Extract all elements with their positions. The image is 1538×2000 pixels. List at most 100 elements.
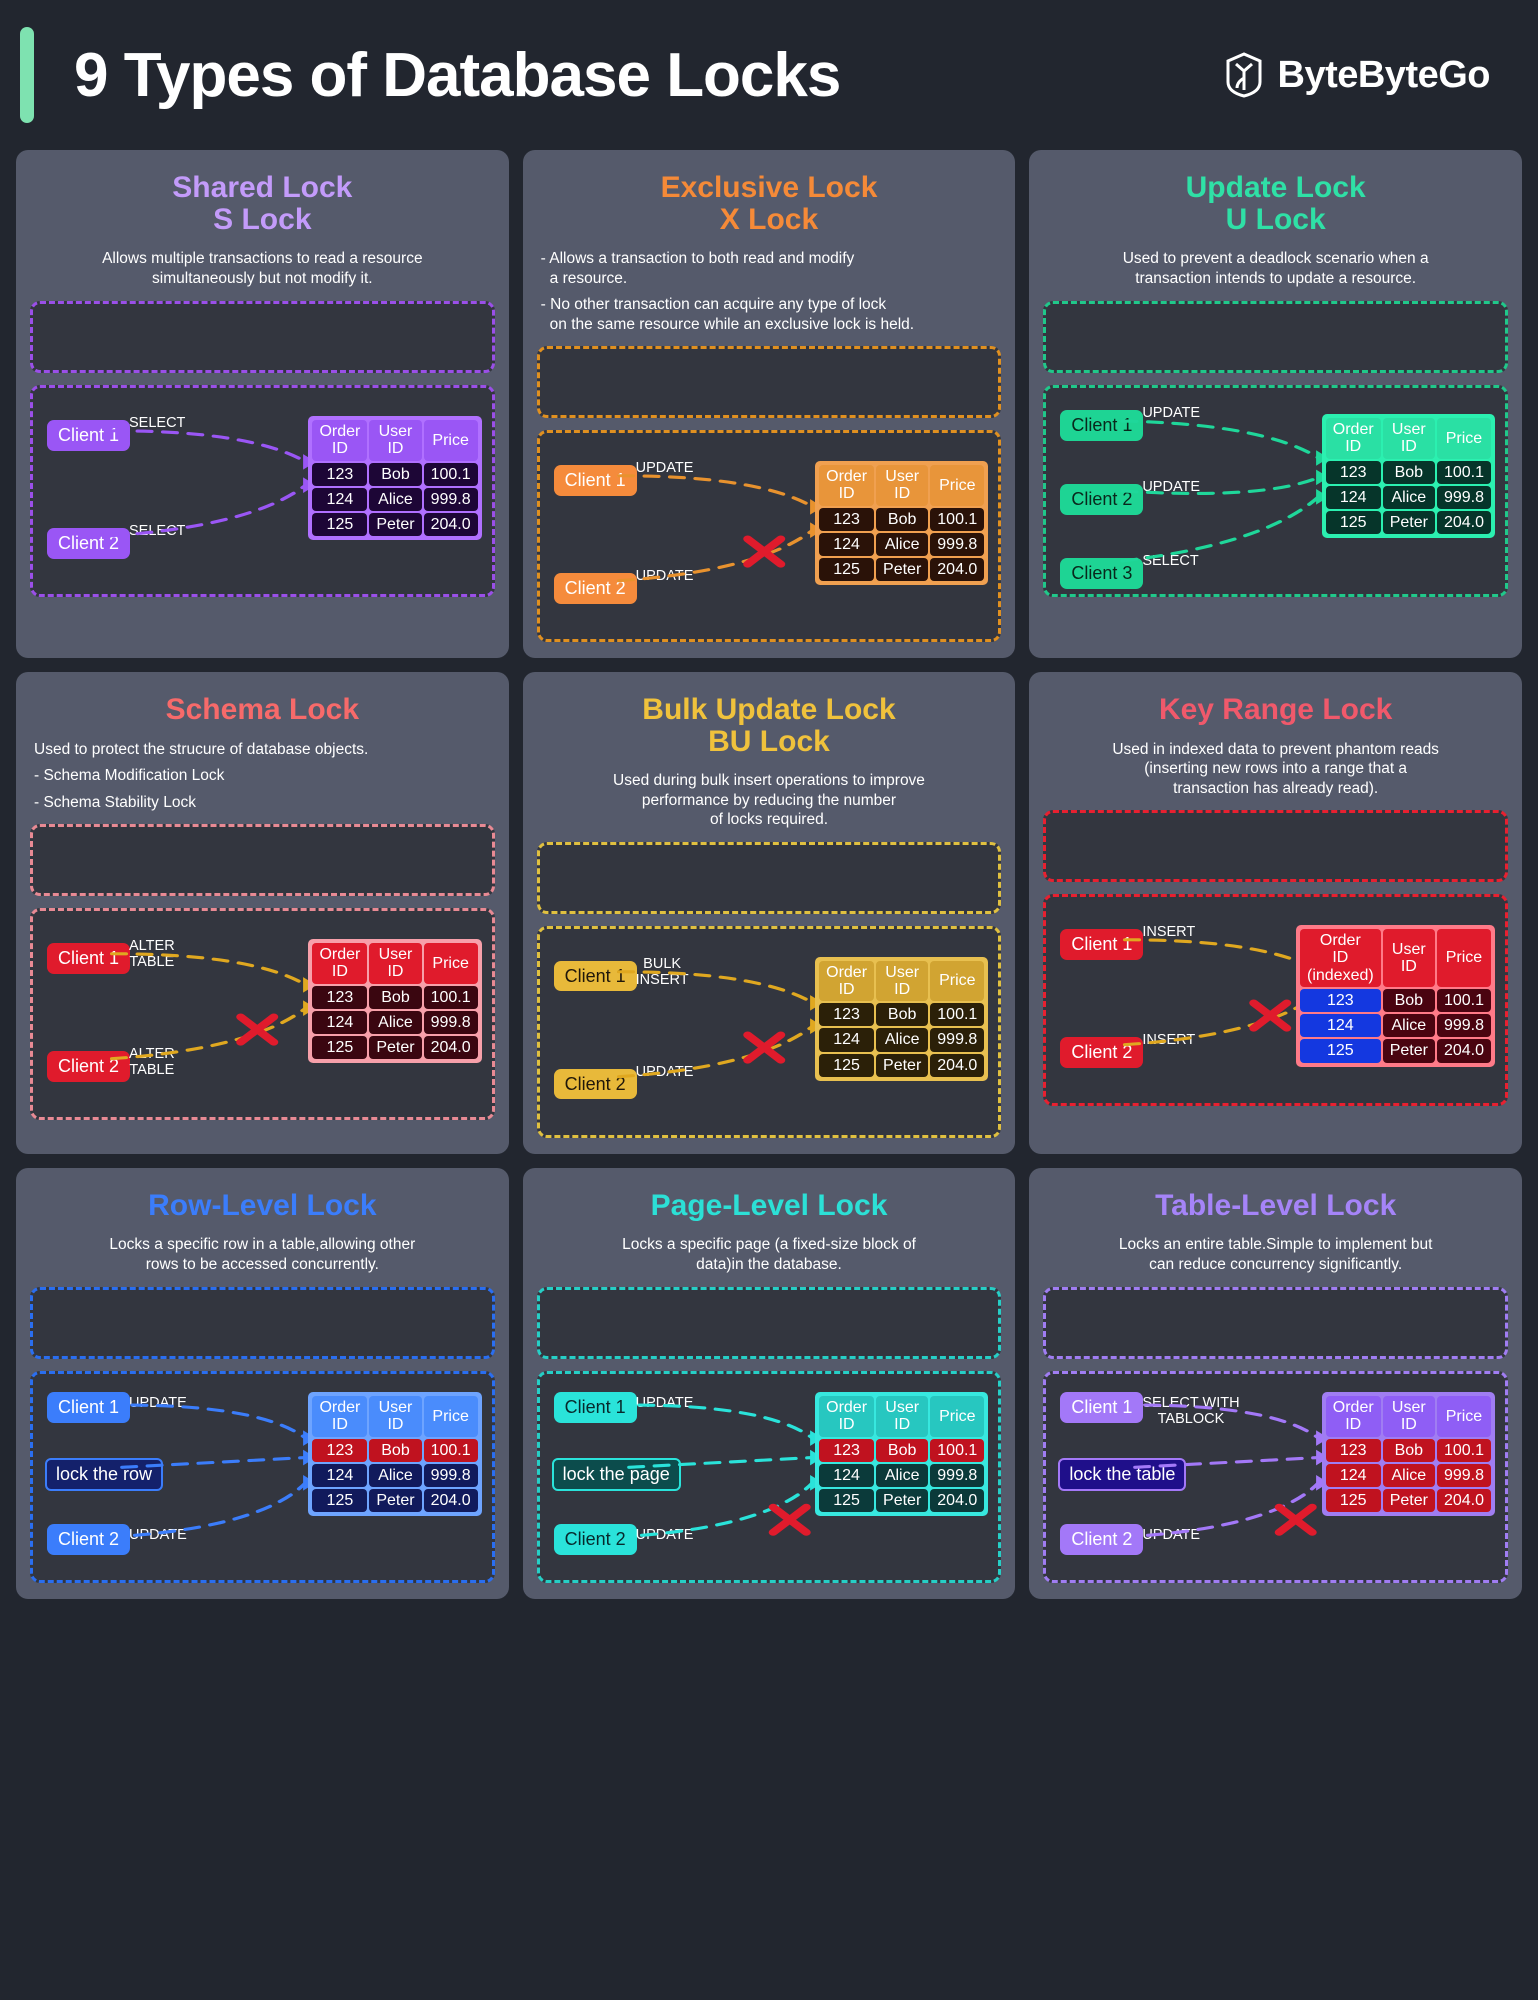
table-row: 125 Peter 204.0 <box>1325 511 1491 535</box>
client-chip-2[interactable]: Client 2 <box>553 573 637 604</box>
client-chip-1[interactable]: Client 1 <box>1060 1392 1144 1423</box>
card-title-main: Bulk Update Lock <box>642 693 896 727</box>
column-header-0: Order ID <box>819 465 875 506</box>
cell-user: Bob <box>1382 988 1435 1013</box>
cell-price: 204.0 <box>930 558 985 582</box>
client-chip-1[interactable]: Client 1 <box>553 960 637 992</box>
card-title-main: Page-Level Lock <box>650 1188 888 1222</box>
diagram-panel: Client 1 Client 2 UPDATE UPDATE lock the pag… <box>536 1371 1002 1584</box>
cell-user: Alice <box>369 1010 422 1035</box>
lock-diagram: Client 1 Client 2 BULK INSERT UPDATE Order ID U… <box>540 929 999 1135</box>
cards-grid: Shared Lock S Lock Allows multiple transac… <box>0 150 1538 1600</box>
card-bullet: - Allows a transaction to both read and … <box>540 250 855 287</box>
upper-dashed-panel <box>1043 810 1508 883</box>
cell-price: 999.8 <box>423 1463 478 1488</box>
table-row: 125 Peter 204.0 <box>819 1489 985 1513</box>
cell-price: 100.1 <box>930 1438 985 1462</box>
cell-order: 125 <box>1325 511 1381 535</box>
client-chip-2[interactable]: Client 2 <box>553 1068 637 1100</box>
card-title: Table-Level Lock <box>1043 1189 1508 1222</box>
cell-user: Bob <box>876 1003 929 1027</box>
cell-user: Alice <box>876 1463 929 1488</box>
card-exclusive-lock: Exclusive Lock X Lock - Allows a transacti… <box>522 150 1016 659</box>
blocked-x-icon <box>768 1503 811 1536</box>
cell-user: Alice <box>1382 1463 1435 1488</box>
client-chip-1[interactable]: Client 1 <box>47 420 131 451</box>
card-title-main: Key Range Lock <box>1158 693 1393 727</box>
diagram-panel: Client 1 Client 2 SELECT WITH TABLOCK UPDATE… <box>1043 1371 1508 1584</box>
cell-user: Peter <box>1382 1489 1435 1513</box>
table-row: 123 Bob 100.1 <box>819 507 985 531</box>
cell-price: 999.8 <box>930 532 985 557</box>
card-description: Locks a specific row in a table,allowing… <box>109 1236 416 1273</box>
cell-user: Peter <box>369 1036 422 1060</box>
column-header-1: User ID <box>876 1396 929 1437</box>
client-chip-2[interactable]: Client 2 <box>1060 1524 1144 1555</box>
cell-order: 125 <box>819 1053 875 1077</box>
card-title: Schema Lock <box>30 694 495 726</box>
diagram-panel: Client 1 Client 2 INSERT INSERT Order ID (inde… <box>1043 894 1508 1107</box>
client-chip-2[interactable]: Client 2 <box>553 1524 637 1555</box>
lock-diagram: Client 1 Client 2 INSERT INSERT Order ID (inde… <box>1046 897 1505 1103</box>
table-header-row: Order ID (indexed) User ID Price <box>1299 929 1491 987</box>
table-row: 123 Bob 100.1 <box>312 1438 478 1462</box>
upper-dashed-panel <box>30 301 495 373</box>
table-header-row: Order ID User ID Price <box>312 420 478 461</box>
diagram-panel: Client 1 Client 2 SELECT SELECT Order ID User I… <box>30 385 495 597</box>
lock-diagram: Client 1 Client 2 Client 3 UPDATE UPDATE SELE… <box>1046 388 1505 594</box>
operation-label-1: ALTER TABLE <box>129 938 175 971</box>
column-header-1: User ID <box>876 960 929 1002</box>
table-row: 125 Peter 204.0 <box>312 1036 478 1060</box>
column-header-1: User ID <box>1382 418 1435 459</box>
upper-dashed-panel <box>536 1287 1002 1360</box>
client-chip-1[interactable]: Client 1 <box>47 1392 131 1423</box>
table-row: 124 Alice 999.8 <box>312 1463 478 1488</box>
card-description: Locks an entire table.Simple to implemen… <box>1118 1236 1433 1273</box>
card-schema-lock: Schema Lock Used to protect the strucure … <box>16 672 509 1154</box>
cell-order: 124 <box>312 1010 368 1035</box>
diagram-panel: Client 1 Client 2 UPDATE UPDATE Order ID User I… <box>536 430 1002 643</box>
table-row: 123 Bob 100.1 <box>1325 460 1491 484</box>
cell-price: 204.0 <box>930 1053 985 1077</box>
table-row: 125 Peter 204.0 <box>312 1489 478 1513</box>
card-title: Page-Level Lock <box>537 1188 1002 1222</box>
table-row: 124 Alice 999.8 <box>819 1463 985 1488</box>
cell-order: 124 <box>1299 1014 1381 1038</box>
card-description: Used to protect the strucure of database… <box>34 740 491 813</box>
client-chip-1[interactable]: Client 1 <box>1060 929 1144 960</box>
cell-price: 999.8 <box>1436 1463 1491 1488</box>
client-chip-2[interactable]: Client 2 <box>47 528 131 559</box>
cell-price: 100.1 <box>930 1003 985 1027</box>
data-table: Order ID User ID Price 123 Bob 100.1 124 Alice 999… <box>308 416 482 541</box>
column-header-1: User ID <box>1382 929 1435 987</box>
diagram-panel: Client 1 Client 2 BULK INSERT UPDATE Order ID U… <box>536 925 1002 1138</box>
client-chip-3[interactable]: Client 3 <box>1060 558 1144 589</box>
client-chip-2[interactable]: Client 2 <box>47 1524 131 1555</box>
cell-user: Bob <box>1382 1438 1435 1462</box>
cell-price: 100.1 <box>423 462 478 486</box>
client-chip-2[interactable]: Client 2 <box>47 1051 131 1082</box>
column-header-0: Order ID <box>1325 1396 1381 1437</box>
card-description: Used to prevent a deadlock scenario when… <box>1122 250 1429 287</box>
cell-order: 124 <box>312 487 368 512</box>
cell-order: 125 <box>312 1036 368 1060</box>
client-chip-2[interactable]: Client 2 <box>1060 1037 1144 1068</box>
operation-label-2: SELECT <box>129 523 186 539</box>
client-chip-2[interactable]: Client 2 <box>1060 484 1144 515</box>
client-chip-1[interactable]: Client 1 <box>47 943 131 974</box>
cell-price: 100.1 <box>930 507 985 531</box>
table-row: 123 Bob 100.1 <box>819 1003 985 1027</box>
client-chip-1[interactable]: Client 1 <box>1060 410 1144 441</box>
data-table: Order ID User ID Price 123 Bob 100.1 124 Alice 999… <box>815 1392 989 1517</box>
cell-order: 125 <box>1299 1039 1381 1063</box>
table-row: 125 Peter 204.0 <box>1325 1489 1491 1513</box>
cell-user: Bob <box>369 462 422 486</box>
brand-name: ByteByteGo <box>1277 53 1491 96</box>
lock-annotation-box: lock the table <box>1058 1458 1187 1492</box>
client-chip-1[interactable]: Client 1 <box>553 465 637 496</box>
operation-label-1: UPDATE <box>635 1395 694 1412</box>
operation-label-1: INSERT <box>1142 924 1196 941</box>
bytebytego-logo-icon <box>1224 52 1264 98</box>
column-header-1: User ID <box>1382 1396 1435 1437</box>
client-chip-1[interactable]: Client 1 <box>553 1392 637 1423</box>
